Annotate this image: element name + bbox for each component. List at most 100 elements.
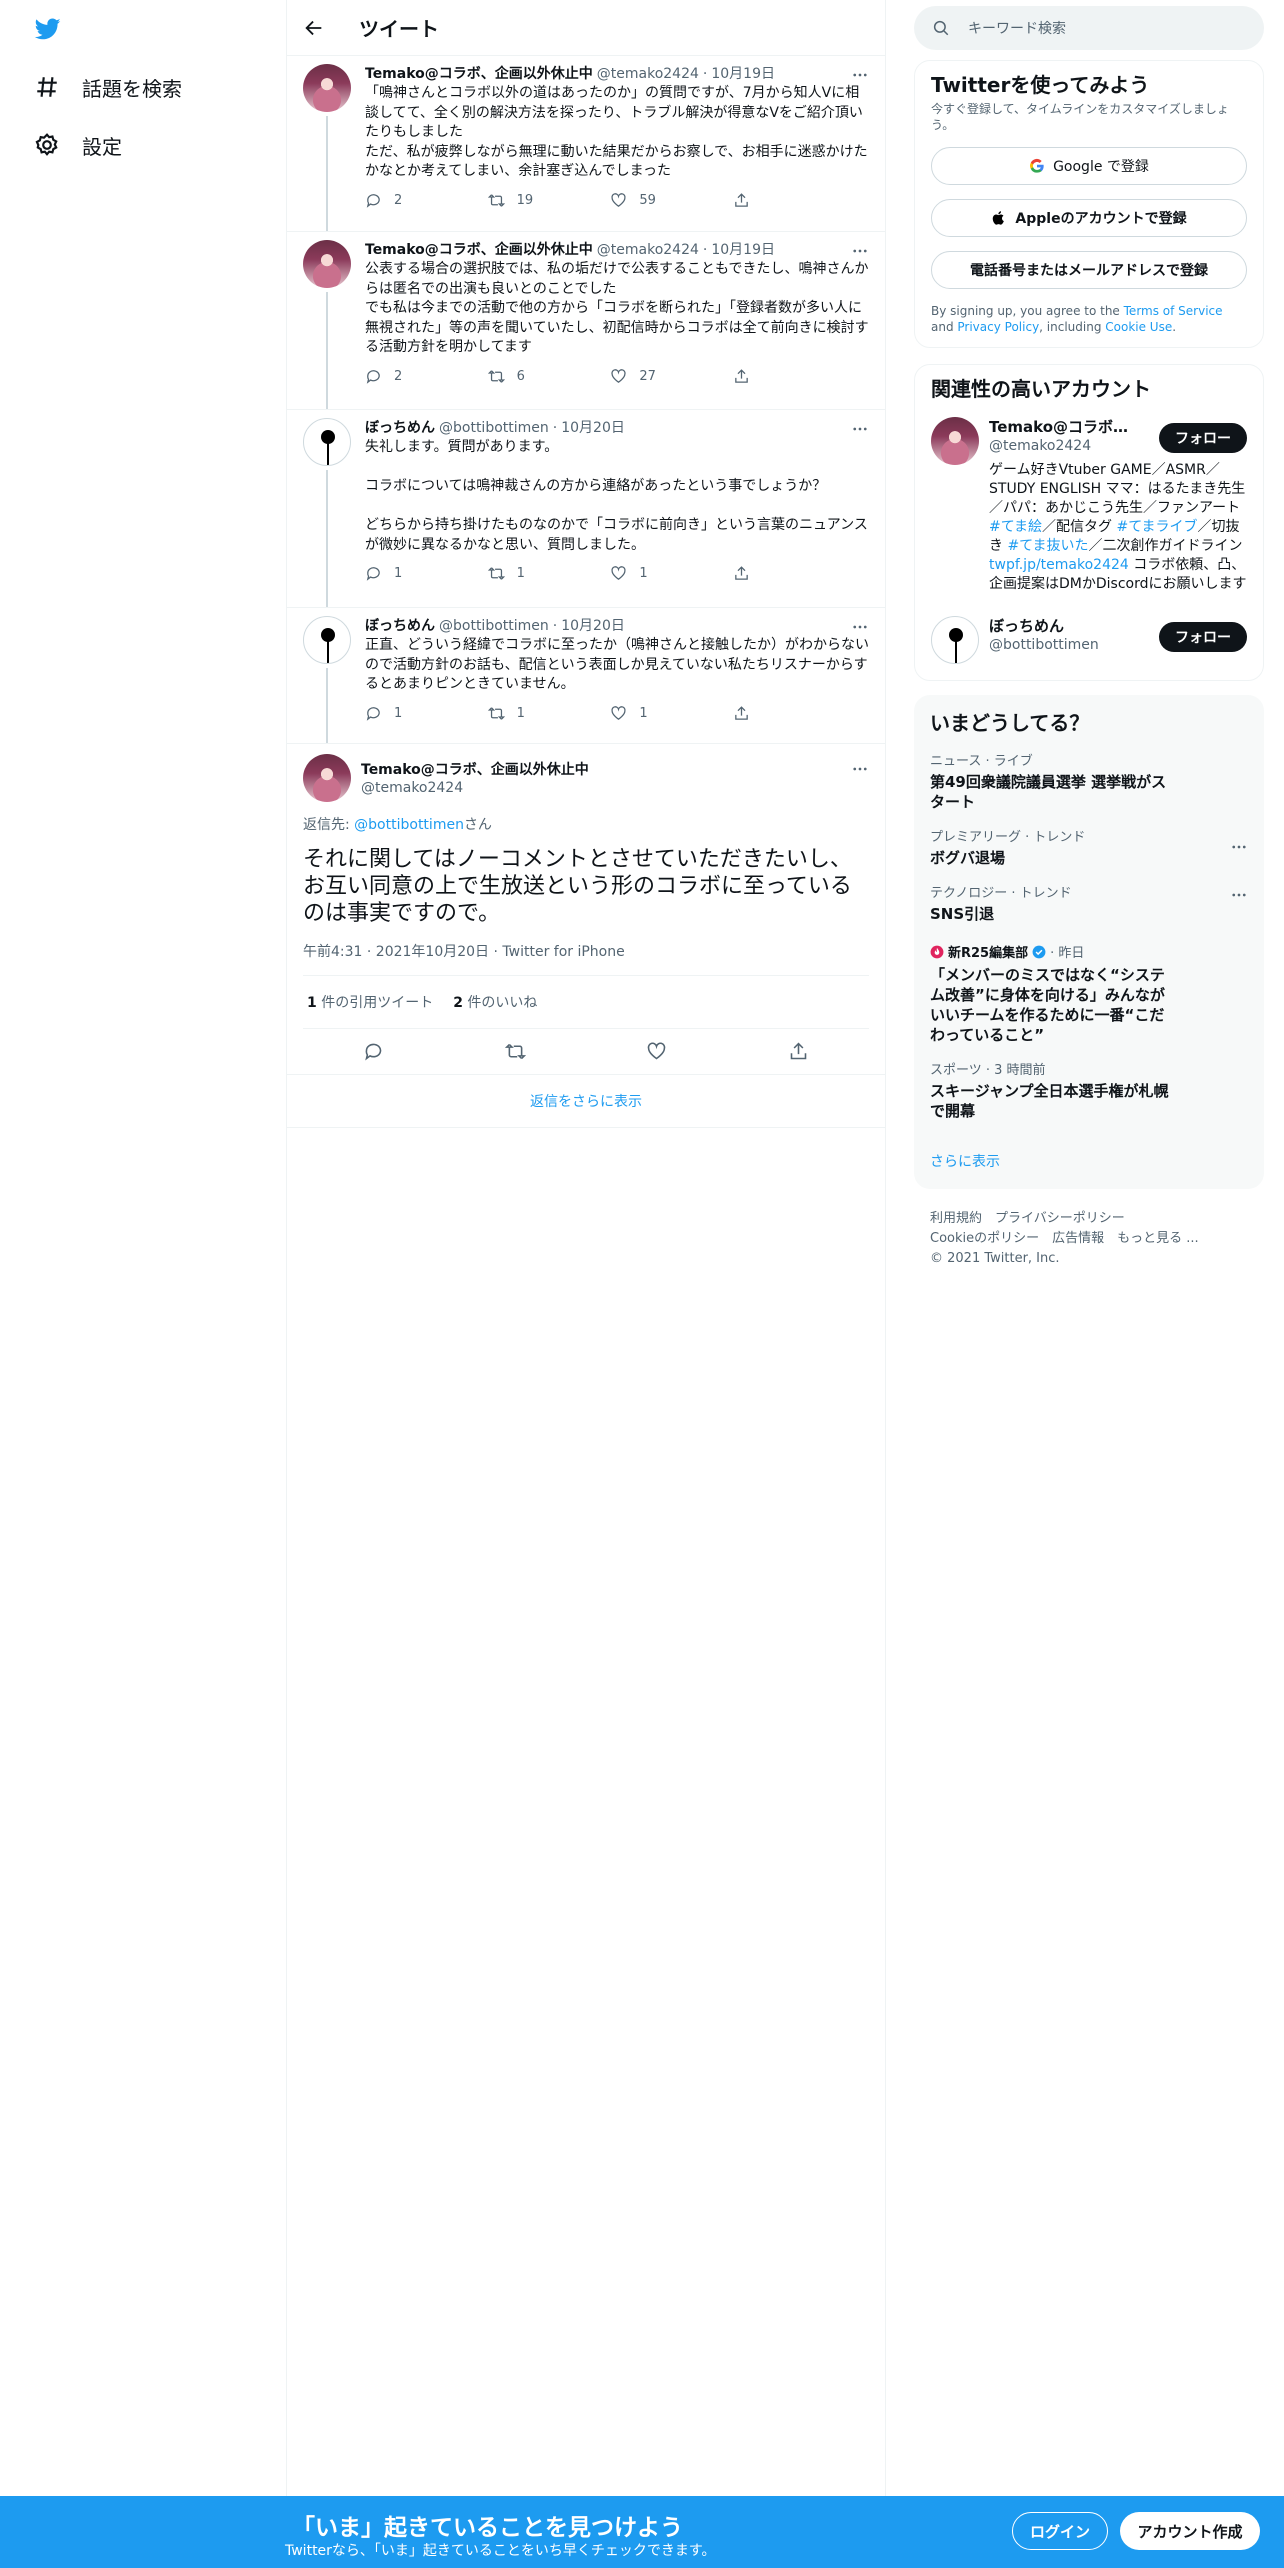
reply-prefix: 返信先: [303, 817, 355, 833]
thread-tweet[interactable]: ぼっちめん @bottibottimen · 10月20日 失礼します。質問があ… [287, 410, 885, 608]
tweet-author-handle[interactable]: @bottibottimen [439, 616, 549, 636]
share-button[interactable] [733, 368, 793, 385]
trend-author-name[interactable]: 新R25編集部 [948, 942, 1028, 961]
reply-button[interactable]: 2 [365, 368, 425, 385]
twitter-logo-icon[interactable] [33, 16, 63, 42]
retweet-button[interactable]: 1 [487, 705, 548, 722]
tweet-timestamp[interactable]: 午前4:31 · 2021年10月20日 · Twitter for iPhon… [303, 941, 869, 976]
reply-to-link[interactable]: @bottibottimen [354, 817, 464, 833]
retweet-button[interactable]: 19 [487, 192, 548, 209]
avatar[interactable] [303, 64, 351, 112]
share-button[interactable] [733, 565, 793, 582]
tweet-author-name[interactable]: ぼっちめん [365, 616, 435, 636]
trends-show-more-link[interactable]: さらに表示 [930, 1151, 1248, 1171]
like-button[interactable]: 59 [610, 192, 670, 209]
hashtag-icon [37, 77, 57, 97]
tweet-date[interactable]: 10月19日 [711, 64, 775, 84]
tweet-author-name[interactable]: ぼっちめん [365, 418, 435, 438]
tweet-author-name[interactable]: Temako@コラボ、企画以外休止中 [365, 240, 593, 260]
focused-author-handle[interactable]: @temako2424 [361, 780, 589, 796]
footer-links: 利用規約 プライバシーポリシー Cookieのポリシー 広告情報 もっと見る .… [914, 1209, 1264, 1269]
tweet-author-handle[interactable]: @temako2424 [597, 64, 699, 84]
phone-email-signup-button[interactable]: 電話番号またはメールアドレスで登録 [931, 251, 1247, 289]
create-account-button[interactable]: アカウント作成 [1120, 2512, 1260, 2550]
google-signup-button[interactable]: Google で登録 [931, 147, 1247, 185]
reply-icon[interactable] [363, 1041, 384, 1062]
login-button[interactable]: ログイン [1012, 2512, 1108, 2550]
like-button[interactable]: 1 [610, 705, 670, 722]
privacy-link[interactable]: Privacy Policy [957, 320, 1039, 334]
more-options-icon[interactable] [851, 242, 869, 260]
footer-line[interactable]: 利用規約 プライバシーポリシー [930, 1209, 1264, 1229]
focused-author-name[interactable]: Temako@コラボ、企画以外休止中 [361, 760, 589, 780]
heart-icon[interactable] [646, 1041, 667, 1062]
stick-pin-avatar-icon [321, 628, 335, 663]
trend-item[interactable]: ニュース · ライブ 第49回衆議院議員選挙 選挙戦がスタート [930, 754, 1248, 812]
show-more-replies-link[interactable]: 返信をさらに表示 [287, 1075, 885, 1128]
hashtag-link[interactable]: #てま抜いた [1007, 538, 1088, 554]
thread-line [326, 116, 328, 231]
hashtag-link[interactable]: #てまライブ [1116, 519, 1197, 535]
follow-button[interactable]: フォロー [1159, 423, 1247, 453]
share-icon[interactable] [788, 1041, 809, 1062]
trend-item[interactable]: テクノロジー · トレンド SNS引退 [930, 886, 1248, 924]
account-row[interactable]: Temako@コラボ、企... @temako2424 ゲーム好きVtuber … [931, 417, 1247, 594]
terms-link[interactable]: Terms of Service [1124, 304, 1223, 318]
account-row[interactable]: ぼっちめん @bottibottimen フォロー [931, 616, 1247, 664]
reply-button[interactable]: 1 [365, 705, 425, 722]
retweet-button[interactable]: 6 [487, 368, 548, 385]
thread-line [326, 668, 328, 743]
nav-settings[interactable]: 設定 [34, 125, 122, 165]
like-button[interactable]: 27 [610, 368, 670, 385]
thread-tweet[interactable]: Temako@コラボ、企画以外休止中 @temako2424 · 10月19日 … [287, 232, 885, 410]
avatar[interactable] [931, 616, 979, 664]
share-button[interactable] [733, 192, 793, 209]
thread-tweet[interactable]: Temako@コラボ、企画以外休止中 @temako2424 · 10月19日 … [287, 56, 885, 232]
retweet-icon[interactable] [504, 1041, 526, 1062]
account-name[interactable]: Temako@コラボ、企... [989, 417, 1139, 437]
likes-stat[interactable]: 2 件のいいね [453, 992, 537, 1012]
nav-explore[interactable]: 話題を検索 [34, 67, 182, 107]
tweet-author-name[interactable]: Temako@コラボ、企画以外休止中 [365, 64, 593, 84]
tweet-author-handle[interactable]: @bottibottimen [439, 418, 549, 438]
avatar[interactable] [303, 754, 351, 802]
more-options-icon[interactable] [851, 760, 869, 778]
like-button[interactable]: 1 [610, 565, 670, 582]
tweet-date[interactable]: 10月20日 [561, 616, 625, 636]
hashtag-link[interactable]: #てま絵 [989, 519, 1042, 535]
more-options-icon[interactable] [851, 66, 869, 84]
retweet-icon [487, 706, 505, 720]
quote-tweets-stat[interactable]: 1 件の引用ツイート [307, 992, 433, 1012]
cookie-link[interactable]: Cookie Use [1105, 320, 1172, 334]
back-arrow-icon[interactable] [303, 17, 325, 39]
reply-button[interactable]: 1 [365, 565, 425, 582]
reply-button[interactable]: 2 [365, 192, 425, 209]
tweet-text: 「鳴神さんとコラボ以外の道はあったのか」の質問ですが、7月から知人Vに相談してて… [365, 85, 868, 179]
avatar[interactable] [303, 418, 351, 466]
tweet-date[interactable]: 10月19日 [711, 240, 775, 260]
search-input[interactable]: キーワード検索 [914, 6, 1264, 50]
retweet-button[interactable]: 1 [487, 565, 548, 582]
tweet-author-handle[interactable]: @temako2424 [597, 240, 699, 260]
retweet-count: 1 [516, 705, 525, 721]
thread-tweet[interactable]: ぼっちめん @bottibottimen · 10月20日 正直、どういう経緯で… [287, 608, 885, 744]
trend-item[interactable]: スポーツ · 3 時間前 スキージャンプ全日本選手権が札幌で開幕 [930, 1063, 1248, 1121]
tweet-date[interactable]: 10月20日 [561, 418, 625, 438]
more-options-icon[interactable] [851, 420, 869, 438]
more-options-icon[interactable] [1230, 838, 1248, 856]
avatar[interactable] [303, 616, 351, 664]
more-options-icon[interactable] [851, 618, 869, 636]
follow-button[interactable]: フォロー [1159, 622, 1247, 652]
trend-item[interactable]: 新R25編集部 · 昨日 「メンバーのミスではなく“システム改善”に身体を向ける… [930, 942, 1248, 1045]
footer-line[interactable]: Cookieのポリシー 広告情報 もっと見る ... [930, 1229, 1264, 1249]
left-nav: 話題を検索 設定 [0, 0, 286, 2568]
apple-signup-button[interactable]: Appleのアカウントで登録 [931, 199, 1247, 237]
share-button[interactable] [733, 705, 793, 722]
avatar[interactable] [303, 240, 351, 288]
trend-item[interactable]: プレミアリーグ · トレンド ボグバ退場 [930, 830, 1248, 868]
more-options-icon[interactable] [1230, 886, 1248, 904]
profile-url-link[interactable]: twpf.jp/temako2424 [989, 557, 1129, 573]
avatar[interactable] [931, 417, 979, 465]
trend-category: テクノロジー · トレンド [930, 886, 1072, 901]
account-name[interactable]: ぼっちめん [989, 616, 1139, 636]
